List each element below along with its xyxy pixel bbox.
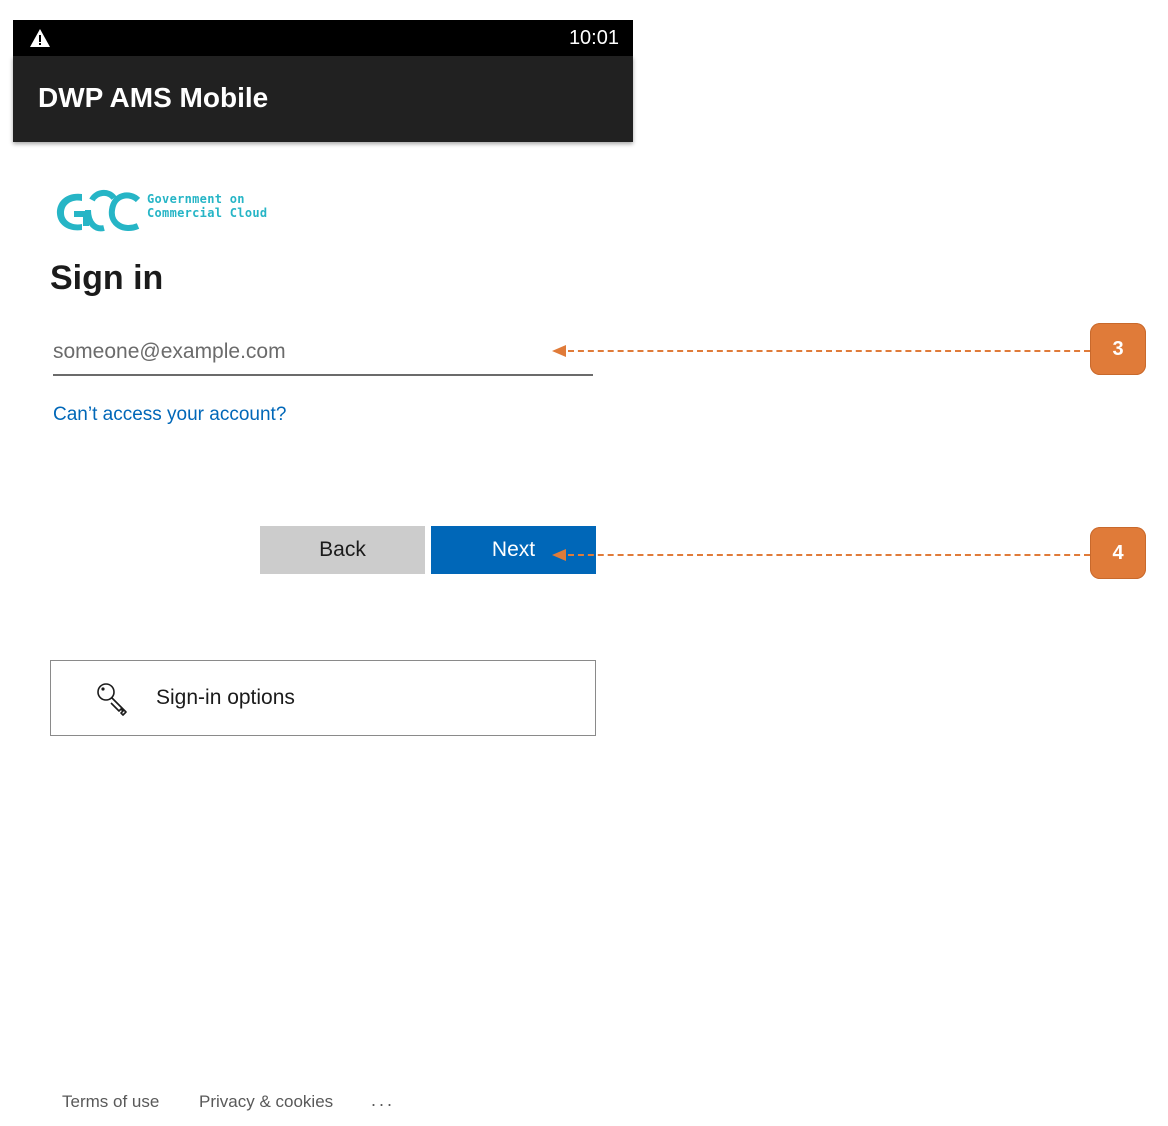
logo-line1: Government on — [147, 192, 245, 206]
cloud-logo-icon — [56, 190, 141, 232]
logo-line2: Commercial Cloud — [147, 206, 268, 220]
status-time: 10:01 — [568, 27, 619, 49]
app-title: DWP AMS Mobile — [38, 82, 269, 113]
privacy-cookies-link[interactable]: Privacy & cookies — [199, 1092, 333, 1112]
callout-3-arrow — [552, 345, 566, 357]
signin-options-label: Sign-in options — [156, 686, 295, 709]
callout-4-badge: 4 — [1090, 527, 1146, 579]
next-button[interactable]: Next — [431, 526, 596, 574]
email-field[interactable] — [53, 330, 593, 376]
key-icon — [97, 683, 127, 716]
app-bar: DWP AMS Mobile — [13, 56, 633, 142]
callout-3-badge: 3 — [1090, 323, 1146, 375]
more-options-icon[interactable]: ... — [371, 1090, 395, 1111]
warning-triangle-icon — [30, 29, 50, 47]
callout-3-line — [568, 350, 1090, 352]
terms-of-use-link[interactable]: Terms of use — [62, 1092, 159, 1112]
cant-access-account-link[interactable]: Can’t access your account? — [53, 404, 286, 426]
page-title: Sign in — [50, 259, 164, 297]
signin-options-button[interactable]: Sign-in options — [50, 660, 596, 736]
logo-text: Government on Commercial Cloud — [147, 192, 267, 220]
back-button[interactable]: Back — [260, 526, 425, 574]
callout-4-arrow — [552, 549, 566, 561]
status-bar: 10:01 — [13, 20, 633, 56]
callout-4-line — [568, 554, 1090, 556]
gcc-logo: Government on Commercial Cloud — [52, 180, 282, 236]
